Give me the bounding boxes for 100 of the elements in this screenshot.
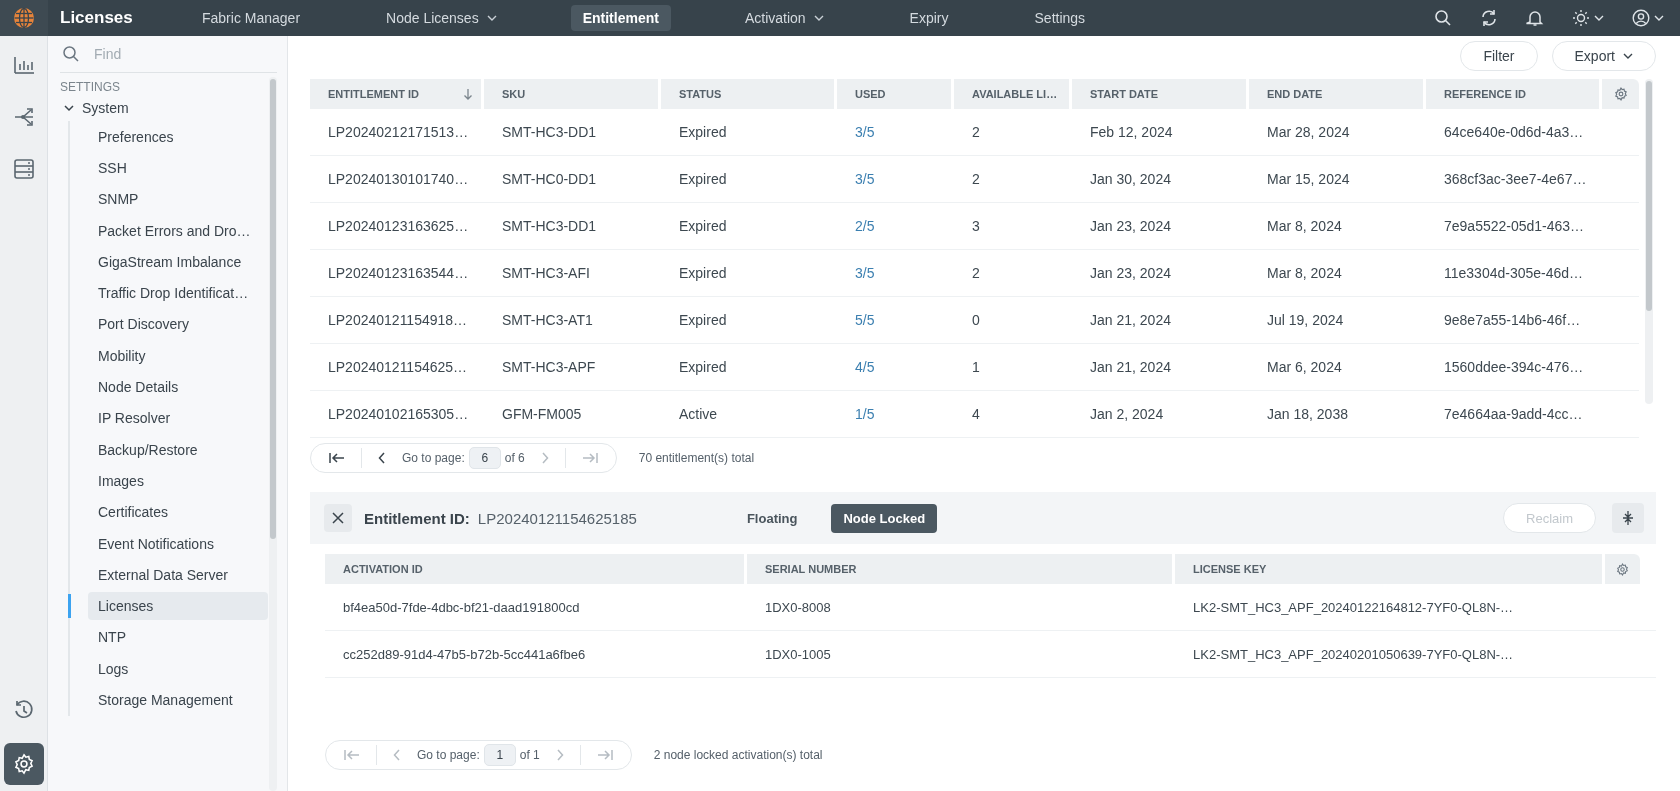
table-cell: SMT-HC0-DD1: [502, 171, 597, 187]
table-cell: 368cf3ac-3ee7-4e67…: [1444, 171, 1587, 187]
sidebar-item[interactable]: Logs: [88, 654, 268, 683]
collapse-icon: [1622, 510, 1634, 526]
bar-chart-icon: [12, 55, 35, 75]
table-cell: Mar 6, 2024: [1267, 359, 1342, 375]
table-cell: GFM-FM005: [502, 406, 582, 422]
used-count-link[interactable]: 2/5: [855, 218, 875, 234]
sidebar-item[interactable]: Port Discovery: [88, 310, 268, 339]
search-icon: [1434, 9, 1452, 27]
branching-arrows-icon: [12, 106, 35, 128]
search-icon: [62, 45, 80, 63]
table-cell: LP20240123163625…: [328, 218, 469, 234]
column-header[interactable]: SERIAL NUMBER: [747, 554, 1175, 584]
settings-nav-button[interactable]: [3, 743, 44, 785]
table-cell: Expired: [679, 124, 727, 140]
column-header[interactable]: USED: [837, 79, 954, 109]
sidebar-item[interactable]: Images: [88, 466, 268, 495]
mode-toggle[interactable]: Node Locked: [831, 503, 938, 533]
sidebar-item[interactable]: Mobility: [88, 341, 268, 370]
column-header[interactable]: ENTITLEMENT ID: [310, 79, 484, 109]
table-cell: Expired: [679, 218, 727, 234]
used-count-link[interactable]: 5/5: [855, 312, 875, 328]
toolbar-button[interactable]: Filter: [1460, 41, 1538, 71]
sidebar-item[interactable]: Event Notifications: [88, 529, 268, 558]
sidebar-item[interactable]: SSH: [88, 153, 268, 182]
nav-tab[interactable]: Entitlement: [570, 5, 671, 31]
page-count: of 1: [519, 748, 540, 762]
sidebar-item[interactable]: Certificates: [88, 498, 268, 527]
column-header[interactable]: START DATE: [1072, 79, 1249, 109]
column-header[interactable]: STATUS: [661, 79, 837, 109]
sidebar-item[interactable]: Packet Errors and Dro…: [88, 216, 268, 245]
refresh-icon: [1480, 9, 1498, 27]
table-cell: 2: [972, 265, 980, 281]
caret-icon: [813, 15, 824, 21]
used-count-link[interactable]: 4/5: [855, 359, 875, 375]
sidebar-item[interactable]: Licenses: [88, 592, 268, 621]
table-cell: Jan 30, 2024: [1090, 171, 1171, 187]
table-cell: 7e4664aa-9add-4cc…: [1444, 406, 1583, 422]
history-icon: [12, 699, 35, 721]
nav-tab[interactable]: Settings: [1022, 5, 1098, 31]
sidebar-item[interactable]: External Data Server: [88, 560, 268, 589]
chevron-down-icon: [64, 104, 74, 112]
collapse-button[interactable]: [1612, 503, 1644, 533]
scrollbar[interactable]: [269, 77, 277, 791]
sun-icon: [1572, 9, 1590, 27]
user-icon: [1632, 9, 1650, 27]
column-header[interactable]: REFERENCE ID: [1426, 79, 1602, 109]
table-cell: Expired: [679, 265, 727, 281]
table-cell: Mar 15, 2024: [1267, 171, 1350, 187]
sidebar-item[interactable]: NTP: [88, 623, 268, 652]
server-icon: [12, 158, 35, 180]
column-settings-button[interactable]: [1605, 554, 1640, 584]
nav-tab[interactable]: Activation: [732, 5, 836, 31]
find-field[interactable]: Find: [92, 45, 266, 63]
sidebar-item[interactable]: IP Resolver: [88, 404, 268, 433]
table-cell: cc252d89-91d4-47b5-b72b-5cc441a6fbe6: [343, 646, 586, 662]
table-cell: LP20240121154918…: [328, 312, 468, 328]
sidebar-item[interactable]: Storage Management: [88, 686, 268, 714]
nav-tab[interactable]: Node Licenses: [374, 5, 509, 31]
scrollbar[interactable]: [1645, 79, 1653, 404]
column-header[interactable]: AVAILABLE LI…: [954, 79, 1072, 109]
settings-icon: [12, 753, 35, 775]
column-header[interactable]: SKU: [484, 79, 661, 109]
table-cell: LP20240121154625…: [328, 359, 468, 375]
sidebar-item[interactable]: Backup/Restore: [88, 435, 268, 464]
used-count-link[interactable]: 3/5: [855, 171, 875, 187]
table-cell: SMT-HC3-AT1: [502, 312, 593, 328]
table-cell: LP20240130101740…: [328, 171, 469, 187]
nav-tab[interactable]: Fabric Manager: [190, 5, 313, 31]
page-number-field[interactable]: 6: [468, 447, 501, 469]
sidebar-item[interactable]: GigaStream Imbalance: [88, 247, 268, 276]
sort-arrow-icon: [463, 88, 473, 100]
settings-icon: [1613, 87, 1628, 101]
mode-toggle[interactable]: Floating: [734, 503, 810, 533]
toolbar-button[interactable]: Export: [1551, 41, 1656, 71]
page-number-field[interactable]: 1: [483, 744, 516, 766]
nav-tab[interactable]: Expiry: [897, 5, 961, 31]
go-to-page-label: Go to page:: [417, 748, 480, 762]
table-cell: Mar 8, 2024: [1267, 265, 1342, 281]
table-cell: SMT-HC3-APF: [502, 359, 596, 375]
sidebar-item[interactable]: Traffic Drop Identificat…: [88, 279, 268, 308]
table-cell: Jul 19, 2024: [1267, 312, 1344, 328]
used-count-link[interactable]: 1/5: [855, 406, 875, 422]
sidebar-item[interactable]: SNMP: [88, 185, 268, 214]
used-count-link[interactable]: 3/5: [855, 265, 875, 281]
close-button[interactable]: [324, 504, 352, 532]
column-header[interactable]: LICENSE KEY: [1175, 554, 1605, 584]
sidebar-item[interactable]: Preferences: [88, 122, 268, 151]
tree-group[interactable]: System: [60, 95, 269, 121]
column-header[interactable]: ACTIVATION ID: [325, 554, 747, 584]
used-count-link[interactable]: 3/5: [855, 124, 875, 140]
page-count: of 6: [504, 451, 525, 465]
table-cell: Jan 21, 2024: [1090, 359, 1171, 375]
column-header[interactable]: END DATE: [1249, 79, 1426, 109]
sidebar-item[interactable]: Node Details: [88, 373, 268, 401]
table-cell: 9e8e7a55-14b6-46f…: [1444, 312, 1581, 328]
table-cell: SMT-HC3-DD1: [502, 124, 597, 140]
table-cell: 2: [972, 171, 980, 187]
column-settings-button[interactable]: [1602, 79, 1639, 109]
